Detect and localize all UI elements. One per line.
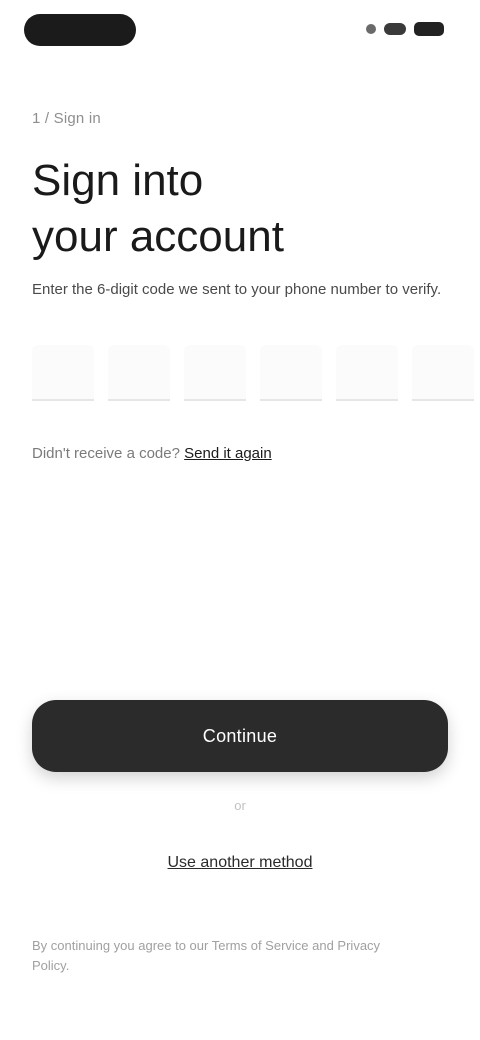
code-digit-1[interactable] [32, 345, 94, 401]
step-label: 1 / Sign in [32, 110, 101, 127]
legal-footnote: By continuing you agree to our Terms of … [32, 938, 381, 973]
code-digit-5[interactable] [336, 345, 398, 401]
page-title: Sign into your account [32, 153, 448, 265]
alternate-method-link[interactable]: Use another method [0, 853, 480, 873]
status-icons [366, 22, 444, 36]
main-content: 1 / Sign in Sign into your account Enter… [32, 110, 474, 462]
wifi-icon [384, 23, 406, 35]
subtitle: Enter the 6-digit code we sent to your p… [32, 281, 442, 298]
status-bar [0, 0, 480, 64]
divider-text: or [234, 798, 246, 813]
code-digit-6[interactable] [412, 345, 474, 401]
title-line-2: your account [32, 212, 284, 261]
signal-icon [366, 24, 376, 34]
continue-button[interactable]: Continue [32, 700, 448, 772]
battery-icon [414, 22, 444, 36]
resend-link[interactable]: Send it again [184, 445, 272, 462]
resend-row: Didn't receive a code? Send it again [32, 445, 448, 462]
dynamic-island [24, 14, 136, 46]
resend-prefix: Didn't receive a code? [32, 445, 185, 462]
title-line-1: Sign into [32, 156, 204, 205]
code-digit-3[interactable] [184, 345, 246, 401]
code-digit-2[interactable] [108, 345, 170, 401]
code-digit-4[interactable] [260, 345, 322, 401]
verification-code-input [32, 345, 474, 401]
